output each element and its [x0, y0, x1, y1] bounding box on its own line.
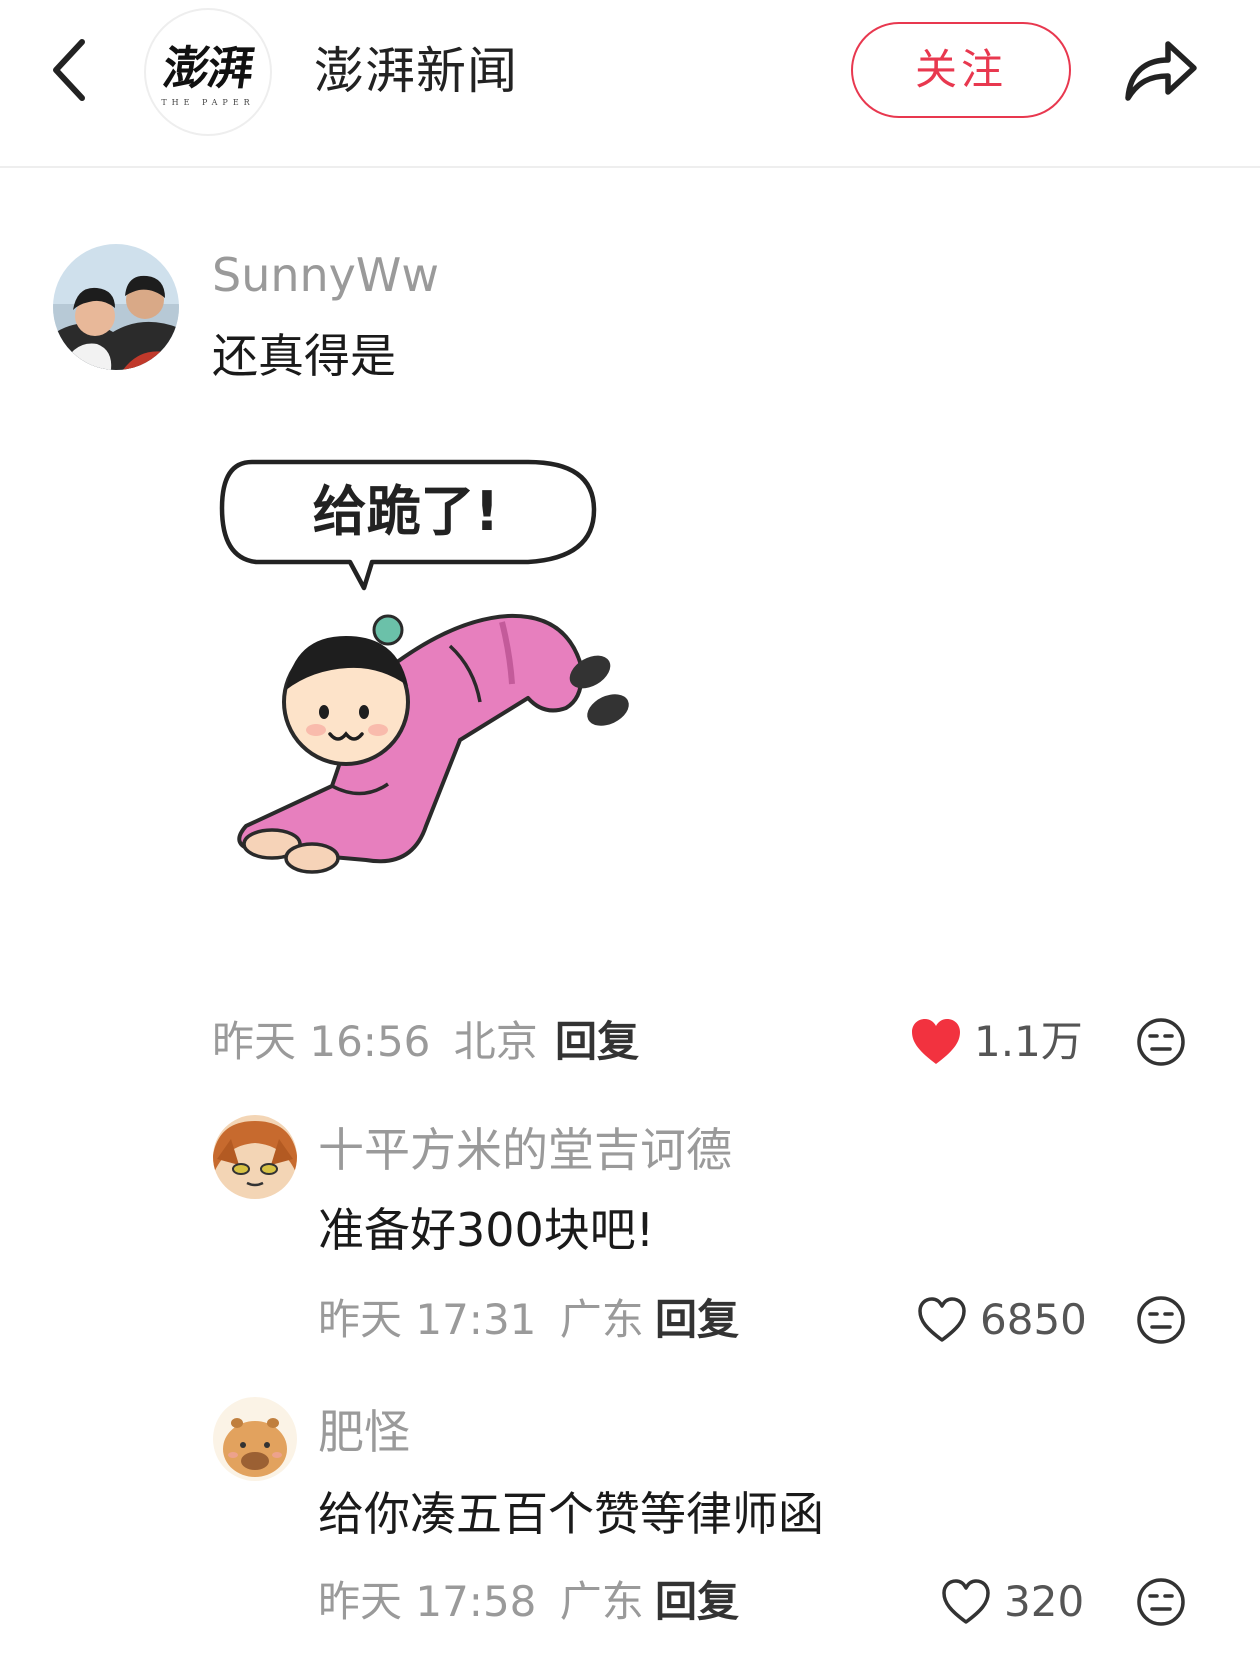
heart-outline-icon [918, 1297, 966, 1342]
channel-avatar[interactable]: 澎湃 THE PAPER [144, 8, 272, 136]
chevron-left-icon [53, 39, 85, 101]
comment-location: 北京 [453, 1017, 538, 1066]
like-button[interactable] [940, 1578, 992, 1626]
cartoon-fox-avatar-icon [213, 1115, 297, 1199]
user-avatar[interactable] [213, 1115, 297, 1199]
comment-location: 广东 [559, 1577, 644, 1626]
comment-time: 昨天 16:56 [212, 1017, 431, 1066]
channel-logo-subtext: THE PAPER [161, 98, 255, 107]
like-button[interactable] [916, 1296, 968, 1344]
like-count: 6850 [980, 1295, 1087, 1344]
like-count: 320 [1004, 1577, 1085, 1626]
comment-text: 准备好300块吧! [318, 1203, 655, 1257]
comment-username[interactable]: SunnyWw [212, 245, 439, 305]
dislike-button[interactable] [1136, 1017, 1186, 1067]
user-avatar[interactable] [213, 1397, 297, 1481]
comment-timestamp: 昨天 17:58 广东 [318, 1572, 644, 1632]
sticker-caption: 给跪了! [313, 480, 500, 543]
comment-location: 广东 [559, 1295, 644, 1344]
comment-time: 昨天 17:31 [318, 1295, 537, 1344]
comment-sticker-image[interactable]: 给跪了! [212, 440, 638, 920]
comment-username[interactable]: 十平方米的堂吉诃德 [318, 1120, 732, 1180]
comment-timestamp: 昨天 17:31 广东 [318, 1290, 644, 1350]
kneeling-cartoon-sticker: 给跪了! [212, 440, 638, 920]
comment-text: 给你凑五百个赞等律师函 [318, 1487, 824, 1541]
channel-logo-text: 澎湃 [159, 41, 256, 95]
user-photo-icon [53, 244, 179, 370]
dislike-face-icon [1137, 1578, 1185, 1626]
comment-username[interactable]: 肥怪 [318, 1402, 410, 1462]
like-button[interactable] [910, 1018, 962, 1066]
dislike-face-icon [1137, 1296, 1185, 1344]
share-arrow-icon [1125, 41, 1197, 101]
reply-button[interactable]: 回复 [655, 1290, 739, 1350]
comment-time: 昨天 17:58 [318, 1577, 537, 1626]
comment-timestamp: 昨天 16:56 北京 [212, 1012, 538, 1072]
back-button[interactable] [38, 30, 108, 110]
comment-text: 还真得是 [212, 329, 396, 383]
cartoon-capybara-avatar-icon [213, 1397, 297, 1481]
like-count: 1.1万 [974, 1017, 1083, 1066]
user-avatar[interactable] [53, 244, 179, 370]
reply-button[interactable]: 回复 [655, 1572, 739, 1632]
heart-outline-icon [942, 1579, 990, 1624]
reply-button[interactable]: 回复 [555, 1012, 639, 1072]
top-nav-bar: 澎湃 THE PAPER 澎湃新闻 关注 [0, 0, 1260, 168]
dislike-button[interactable] [1136, 1295, 1186, 1345]
dislike-button[interactable] [1136, 1577, 1186, 1627]
dislike-face-icon [1137, 1018, 1185, 1066]
channel-name[interactable]: 澎湃新闻 [314, 38, 518, 104]
follow-button[interactable]: 关注 [851, 22, 1071, 118]
heart-filled-icon [912, 1019, 960, 1064]
share-button[interactable] [1118, 28, 1202, 112]
